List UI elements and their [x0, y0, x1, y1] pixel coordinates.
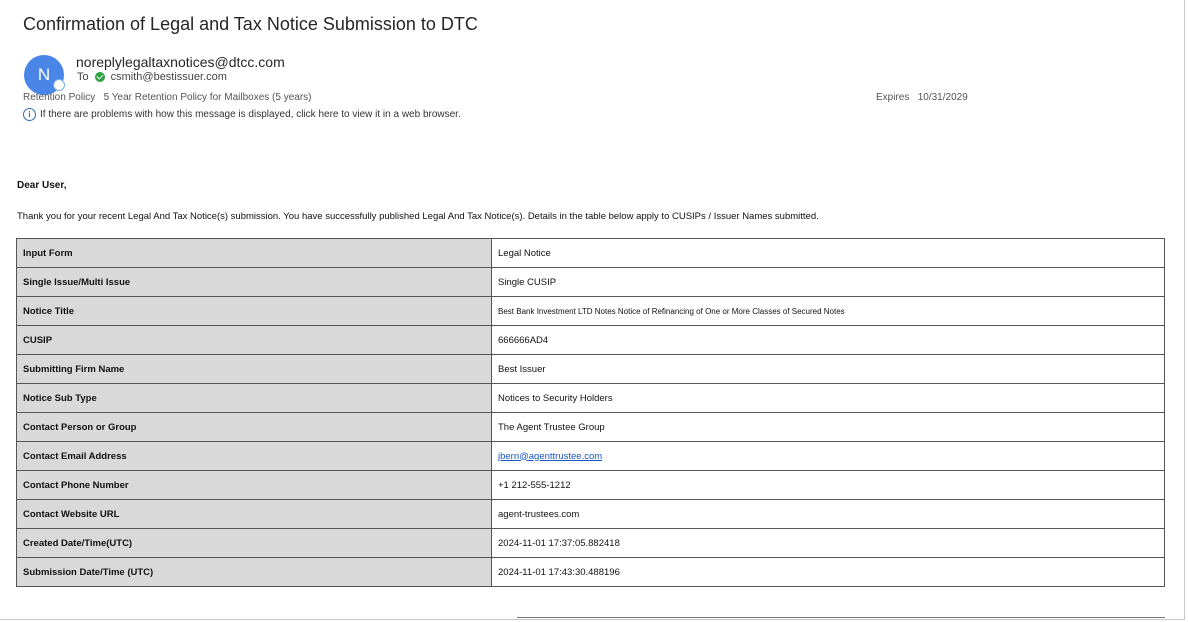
retention-policy: Retention Policy 5 Year Retention Policy… — [23, 92, 312, 103]
expires-value: 10/31/2029 — [917, 92, 968, 103]
row-value: Notices to Security Holders — [491, 383, 1165, 413]
table-row: Contact Website URL agent-trustees.com — [16, 499, 1165, 529]
table-row: Single Issue/Multi Issue Single CUSIP — [16, 267, 1165, 297]
info-icon: i — [23, 108, 36, 121]
row-value: Best Issuer — [491, 354, 1165, 384]
greeting: Dear User, — [17, 180, 67, 191]
row-label: Submitting Firm Name — [16, 354, 492, 384]
view-in-browser-banner[interactable]: i If there are problems with how this me… — [23, 108, 461, 121]
recipient-line: To csmith@bestissuer.com — [77, 71, 227, 83]
retention-label: Retention Policy — [23, 92, 96, 103]
row-label: Input Form — [16, 238, 492, 268]
table-row: CUSIP 666666AD4 — [16, 325, 1165, 355]
row-label: Contact Phone Number — [16, 470, 492, 500]
row-label: Notice Sub Type — [16, 383, 492, 413]
row-label: Submission Date/Time (UTC) — [16, 557, 492, 587]
table-row: Contact Person or Group The Agent Truste… — [16, 412, 1165, 442]
row-value: +1 212-555-1212 — [491, 470, 1165, 500]
submission-details-table: Input Form Legal Notice Single Issue/Mul… — [16, 238, 1165, 587]
row-value: agent-trustees.com — [491, 499, 1165, 529]
avatar-initial: N — [37, 65, 51, 84]
view-in-browser-text[interactable]: If there are problems with how this mess… — [40, 109, 461, 120]
table-row: Submission Date/Time (UTC) 2024-11-01 17… — [16, 557, 1165, 587]
expires-info: Expires 10/31/2029 — [876, 92, 968, 103]
row-value: 2024-11-01 17:37:05.882418 — [491, 528, 1165, 558]
row-label: Contact Website URL — [16, 499, 492, 529]
email-reading-pane: Confirmation of Legal and Tax Notice Sub… — [0, 0, 1185, 620]
email-subject: Confirmation of Legal and Tax Notice Sub… — [23, 14, 478, 34]
to-label: To — [77, 71, 89, 83]
recipient-address[interactable]: csmith@bestissuer.com — [111, 71, 227, 83]
row-value: The Agent Trustee Group — [491, 412, 1165, 442]
table-row: Contact Phone Number +1 212-555-1212 — [16, 470, 1165, 500]
row-label: Created Date/Time(UTC) — [16, 528, 492, 558]
row-value: 666666AD4 — [491, 325, 1165, 355]
row-value: Legal Notice — [491, 238, 1165, 268]
table-row: Submitting Firm Name Best Issuer — [16, 354, 1165, 384]
sender-address[interactable]: noreplylegaltaxnotices@dtcc.com — [76, 54, 285, 70]
contact-email-link[interactable]: jbern@agenttrustee.com — [498, 451, 602, 462]
divider — [517, 617, 1165, 618]
expires-label: Expires — [876, 92, 910, 103]
row-label: Single Issue/Multi Issue — [16, 267, 492, 297]
table-row: Contact Email Address jbern@agenttrustee… — [16, 441, 1165, 471]
table-row: Created Date/Time(UTC) 2024-11-01 17:37:… — [16, 528, 1165, 558]
row-label: Notice Title — [16, 296, 492, 326]
row-label: Contact Email Address — [16, 441, 492, 471]
row-value: jbern@agenttrustee.com — [491, 441, 1165, 471]
retention-value: 5 Year Retention Policy for Mailboxes (5… — [103, 92, 312, 103]
row-value: 2024-11-01 17:43:30.488196 — [491, 557, 1165, 587]
row-label: Contact Person or Group — [16, 412, 492, 442]
presence-status-icon — [53, 79, 65, 91]
row-value: Best Bank Investment LTD Notes Notice of… — [491, 296, 1165, 326]
row-value: Single CUSIP — [491, 267, 1165, 297]
table-row: Notice Sub Type Notices to Security Hold… — [16, 383, 1165, 413]
table-row: Notice Title Best Bank Investment LTD No… — [16, 296, 1165, 326]
row-label: CUSIP — [16, 325, 492, 355]
intro-text: Thank you for your recent Legal And Tax … — [17, 211, 819, 222]
table-row: Input Form Legal Notice — [16, 238, 1165, 268]
verified-check-icon — [94, 72, 105, 82]
